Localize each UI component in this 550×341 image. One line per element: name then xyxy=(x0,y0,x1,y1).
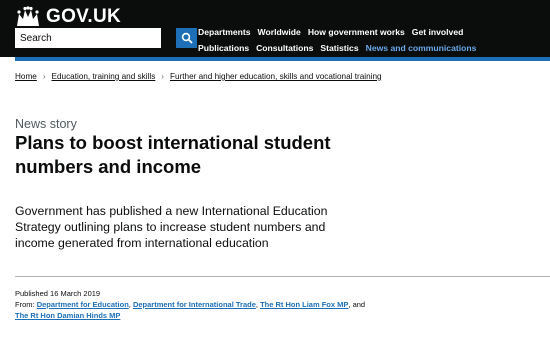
search-icon xyxy=(181,32,193,44)
nav-worldwide[interactable]: Worldwide xyxy=(258,27,301,40)
nav-how-government-works[interactable]: How government works xyxy=(308,27,405,40)
header-blue-rule xyxy=(15,57,550,61)
from-label: From: xyxy=(15,300,35,309)
breadcrumb-further-higher-education[interactable]: Further and higher education, skills and… xyxy=(170,72,382,81)
and-word: and xyxy=(352,300,366,309)
crown-icon xyxy=(17,6,39,26)
chevron-right-icon: › xyxy=(161,72,164,81)
org-link-dit[interactable]: Department for International Trade xyxy=(133,300,256,309)
divider xyxy=(15,276,550,277)
org-link-damian-hinds[interactable]: The Rt Hon Damian Hinds MP xyxy=(15,311,120,320)
document-type: News story xyxy=(15,117,77,131)
nav-get-involved[interactable]: Get involved xyxy=(412,27,464,40)
page-title: Plans to boost international student num… xyxy=(15,132,331,177)
org-link-liam-fox[interactable]: The Rt Hon Liam Fox MP xyxy=(260,300,348,309)
breadcrumb: Home › Education, training and skills › … xyxy=(15,72,382,81)
published-label: Published xyxy=(15,289,48,298)
search-input[interactable] xyxy=(15,28,161,48)
nav-publications[interactable]: Publications xyxy=(198,43,249,56)
site-header: GOV.UK Departments Worldwide How governm… xyxy=(0,0,550,57)
published-date: 16 March 2019 xyxy=(50,289,101,298)
govuk-logo[interactable]: GOV.UK xyxy=(15,6,121,28)
breadcrumb-education[interactable]: Education, training and skills xyxy=(52,72,156,81)
nav-consultations[interactable]: Consultations xyxy=(256,43,313,56)
nav-row: Publications Consultations Statistics Ne… xyxy=(198,43,548,56)
main-navigation: Departments Worldwide How government wor… xyxy=(198,27,548,59)
published-line: Published 16 March 2019 xyxy=(15,288,375,299)
metadata: Published 16 March 2019 From: Department… xyxy=(15,288,375,321)
org-link-dfe[interactable]: Department for Education xyxy=(37,300,129,309)
chevron-right-icon: › xyxy=(42,72,46,81)
nav-row: Departments Worldwide How government wor… xyxy=(198,27,548,40)
nav-news-and-communications[interactable]: News and communications xyxy=(366,43,477,56)
from-line: From: Department for Education, Departme… xyxy=(15,300,366,320)
search-form xyxy=(15,28,197,48)
lead-paragraph: Government has published a new Internati… xyxy=(15,204,328,250)
search-button[interactable] xyxy=(176,28,197,48)
nav-statistics[interactable]: Statistics xyxy=(320,43,358,56)
nav-departments[interactable]: Departments xyxy=(198,27,251,40)
logo-text: GOV.UK xyxy=(46,6,122,27)
breadcrumb-home[interactable]: Home xyxy=(15,72,37,81)
